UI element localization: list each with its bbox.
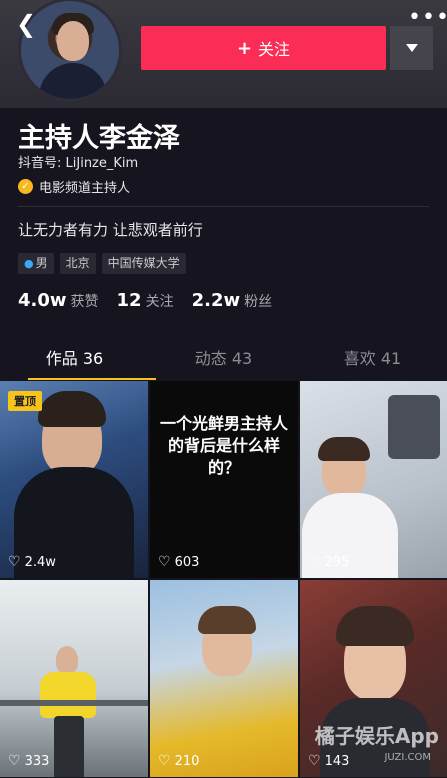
stat-following[interactable]: 12 关注: [117, 290, 174, 311]
avatar-suit: [39, 63, 107, 99]
tag-label: 北京: [65, 256, 90, 270]
person-icon: ●: [24, 257, 34, 270]
like-value: 210: [174, 753, 200, 769]
video-thumbnail[interactable]: ♡ 333: [0, 580, 148, 777]
hand-object: [388, 395, 440, 459]
profile-stats: 4.0w 获赞 12 关注 2.2w 粉丝: [18, 290, 272, 311]
video-grid: 置顶 ♡ 2.4w 一个光鲜男主持人的背后是什么样的？ ♡ 603 ♡ 295 …: [0, 381, 447, 778]
video-thumbnail[interactable]: ♡ 210: [150, 580, 298, 777]
video-caption: 一个光鲜男主持人的背后是什么样的？: [160, 414, 289, 477]
stat-label: 粉丝: [244, 294, 273, 310]
person-figure: [56, 646, 78, 674]
like-count: ♡ 143: [308, 753, 349, 769]
stat-followers[interactable]: 2.2w 粉丝: [192, 290, 273, 311]
pinned-badge: 置顶: [8, 391, 42, 411]
like-count: ♡ 2.4w: [8, 554, 56, 570]
active-tab-indicator: [28, 378, 156, 380]
heart-icon: ♡: [158, 753, 171, 769]
heart-icon: ♡: [8, 753, 21, 769]
verified-check-icon: ✓: [18, 179, 33, 194]
railing: [0, 700, 148, 706]
verified-label: 电影频道主持人: [39, 181, 131, 196]
like-count: ♡ 295: [308, 554, 349, 570]
video-thumbnail[interactable]: 置顶 ♡ 2.4w: [0, 381, 148, 578]
heart-icon: ♡: [8, 554, 21, 570]
plus-icon: +: [236, 37, 253, 59]
heart-icon: ♡: [308, 554, 321, 570]
tab-likes[interactable]: 喜欢 41: [298, 338, 447, 380]
more-dots-icon[interactable]: •••: [408, 7, 447, 29]
video-thumbnail[interactable]: 橘子娱乐App JUZI.COM ♡ 143: [300, 580, 447, 777]
tag-label: 中国传媒大学: [107, 256, 180, 270]
like-count: ♡ 333: [8, 753, 49, 769]
person-hair: [336, 606, 414, 646]
like-value: 333: [24, 753, 50, 769]
stat-likes[interactable]: 4.0w 获赞: [18, 290, 99, 311]
person-hair: [198, 606, 256, 634]
tag-label: 男: [35, 256, 48, 270]
triangle-down-icon: [405, 44, 418, 52]
stat-label: 获赞: [70, 294, 99, 310]
like-count: ♡ 210: [158, 753, 199, 769]
content-tabs: 作品 36 动态 43 喜欢 41: [0, 338, 447, 380]
person-hair: [318, 437, 370, 461]
back-chevron-icon[interactable]: ❮: [16, 10, 44, 38]
like-count: ♡ 603: [158, 554, 199, 570]
like-value: 2.4w: [24, 554, 56, 570]
profile-name: 主持人李金泽: [18, 123, 180, 154]
heart-icon: ♡: [158, 554, 171, 570]
tag-location: 北京: [59, 253, 96, 274]
tag-school: 中国传媒大学: [101, 253, 186, 274]
stat-number: 12: [116, 290, 142, 311]
tag-gender: ● 男: [18, 253, 54, 274]
video-thumbnail[interactable]: 一个光鲜男主持人的背后是什么样的？ ♡ 603: [150, 381, 298, 578]
tab-activity[interactable]: 动态 43: [149, 338, 298, 380]
stat-label: 关注: [145, 294, 174, 310]
stat-number: 4.0w: [18, 290, 67, 311]
recommend-dropdown-button[interactable]: [390, 26, 433, 70]
like-value: 603: [174, 554, 200, 570]
like-value: 295: [324, 554, 350, 570]
profile-tags: ● 男 北京 中国传媒大学: [18, 253, 186, 274]
profile-header: ❮ + 关注 •••: [0, 0, 447, 108]
person-pants: [54, 716, 84, 777]
verified-badge: ✓ 电影频道主持人: [18, 177, 130, 196]
heart-icon: ♡: [308, 753, 321, 769]
tab-works[interactable]: 作品 36: [0, 338, 149, 380]
douyin-id: 抖音号: LiJinze_Kim: [18, 156, 139, 171]
avatar-face: [57, 21, 89, 61]
divider: [18, 206, 429, 207]
follow-label: 关注: [258, 40, 291, 59]
video-thumbnail[interactable]: ♡ 295: [300, 381, 447, 578]
watermark-site: JUZI.COM: [384, 752, 431, 763]
person-hair: [38, 391, 106, 427]
watermark-title: 橘子娱乐App: [314, 724, 439, 748]
person-shirt: [40, 672, 96, 718]
profile-bio: 让无力者有力 让悲观者前行: [18, 221, 203, 239]
stat-number: 2.2w: [191, 290, 241, 311]
follow-button[interactable]: + 关注: [141, 26, 386, 70]
like-value: 143: [324, 753, 350, 769]
